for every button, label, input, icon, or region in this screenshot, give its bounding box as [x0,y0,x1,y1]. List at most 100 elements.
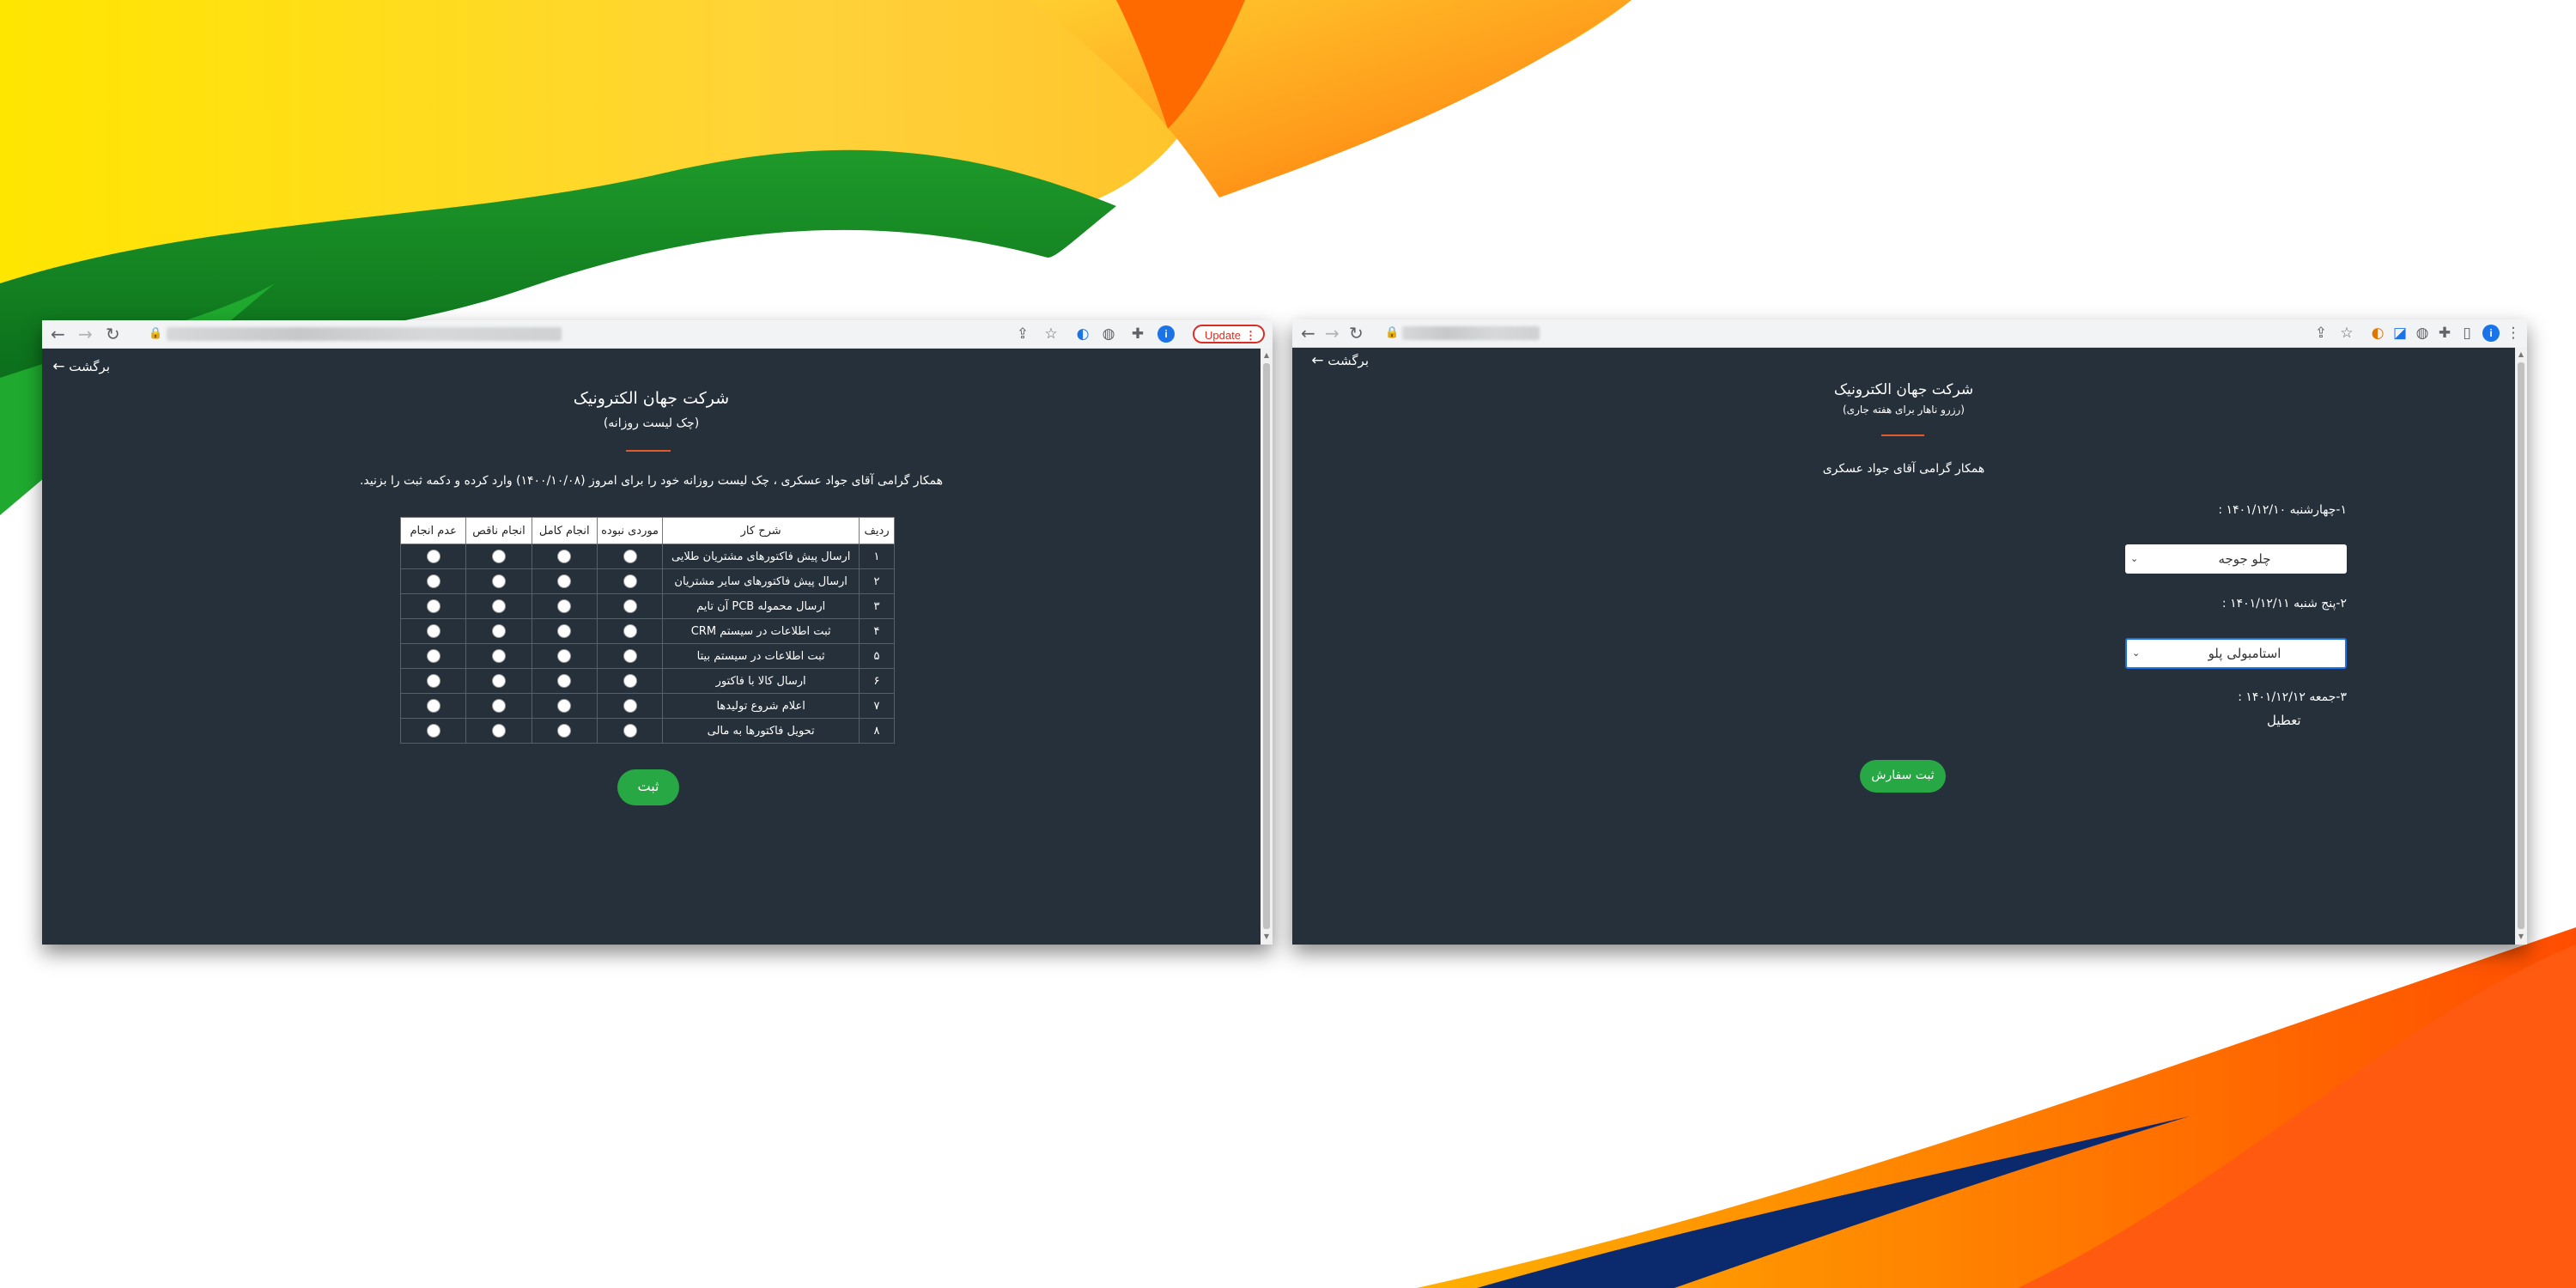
row-description: اعلام شروع تولیدها [662,693,860,719]
radio-cell-complete [531,618,598,644]
reload-icon[interactable]: ↻ [106,320,120,348]
radio-not-done[interactable] [426,649,440,663]
row-number: ۴ [859,618,895,644]
row-description: ارسال پیش فاکتورهای سایر مشتریان [662,568,860,594]
translate-icon[interactable]: ◪ [2390,319,2410,347]
radio-not-applicable[interactable] [623,724,637,738]
radio-cell-not-done [399,618,467,644]
radio-cell-not-done [399,718,467,744]
radio-complete[interactable] [557,550,572,563]
back-icon[interactable]: ← [51,320,65,348]
right-browser-toolbar: ← → ↻ 🔒 ⇪ ☆ ◐ ◪ ◍ ✚ ▯ i ⋮ [1292,319,2527,348]
radio-not-done[interactable] [426,624,440,638]
address-bar-blurred[interactable] [167,327,562,341]
radio-not-applicable[interactable] [623,674,637,688]
radio-cell-not-applicable [596,568,664,594]
share-icon[interactable]: ⇪ [1012,320,1033,348]
left-page-content: برگشت ← شرکت جهان الکترونیک (چک لیست روز… [42,348,1261,945]
radio-complete[interactable] [557,724,572,738]
scroll-thumb[interactable] [2518,362,2524,929]
radio-not-done[interactable] [426,674,440,688]
extension-icon[interactable]: ◐ [1072,320,1093,348]
radio-not-done[interactable] [426,550,440,563]
forward-icon[interactable]: → [1325,319,1340,347]
menu-icon[interactable]: ⋮ [2503,319,2524,347]
radio-complete[interactable] [557,674,572,688]
reload-icon[interactable]: ↻ [1349,319,1364,347]
radio-incomplete[interactable] [491,624,506,638]
radio-not-applicable[interactable] [623,699,637,713]
radio-cell-not-done [399,693,467,719]
header-complete: انجام کامل [531,517,598,544]
radio-incomplete[interactable] [491,599,506,613]
extension-icon[interactable]: ◐ [2367,319,2388,347]
scroll-down-icon[interactable]: ▼ [1261,931,1273,943]
sidepanel-icon[interactable]: ▯ [2457,319,2477,347]
chevron-down-icon: ⌄ [2130,553,2139,564]
radio-not-applicable[interactable] [623,649,637,663]
scroll-thumb[interactable] [1263,363,1270,929]
radio-not-done[interactable] [426,724,440,738]
radio-incomplete[interactable] [491,649,506,663]
extension-icon[interactable]: ◍ [2412,319,2433,347]
radio-incomplete[interactable] [491,724,506,738]
left-scrollbar[interactable]: ▲ ▼ [1261,348,1273,945]
radio-not-applicable[interactable] [623,550,637,563]
radio-complete[interactable] [557,599,572,613]
header-not-done: عدم انجام [399,517,467,544]
share-icon[interactable]: ⇪ [2311,319,2331,347]
back-label: برگشت [69,359,110,374]
table-row: ۷ اعلام شروع تولیدها [399,693,895,719]
lock-icon: 🔒 [1385,326,1400,339]
radio-not-applicable[interactable] [623,599,637,613]
radio-complete[interactable] [557,649,572,663]
radio-complete[interactable] [557,574,572,588]
day-1-meal-select[interactable]: چلو جوجه ⌄ [2125,544,2347,574]
radio-cell-not-applicable [596,593,664,619]
radio-not-done[interactable] [426,699,440,713]
header-row-number: ردیف [859,517,895,544]
radio-incomplete[interactable] [491,550,506,563]
day-2-selected-meal: استامبولی پلو [2208,646,2281,661]
radio-not-done[interactable] [426,599,440,613]
back-link[interactable]: برگشت ← [1304,352,1369,369]
right-scrollbar[interactable]: ▲ ▼ [2515,347,2527,945]
radio-cell-not-applicable [596,668,664,694]
extension-icon[interactable]: ◍ [1098,320,1119,348]
radio-cell-complete [531,668,598,694]
back-icon[interactable]: ← [1301,319,1315,347]
radio-cell-not-done [399,643,467,669]
puzzle-icon[interactable]: ✚ [1127,320,1148,348]
radio-cell-incomplete [465,693,532,719]
submit-order-button[interactable]: ثبت سفارش [1860,760,1946,793]
radio-cell-not-done [399,544,467,569]
row-number: ۲ [859,568,895,594]
company-title: شرکت جهان الکترونیک [573,389,730,408]
forward-icon[interactable]: → [78,320,93,348]
address-bar-blurred[interactable] [1402,326,1540,340]
radio-not-applicable[interactable] [623,574,637,588]
day-2-meal-select[interactable]: استامبولی پلو ⌄ [2125,638,2347,669]
radio-not-done[interactable] [426,574,440,588]
puzzle-icon[interactable]: ✚ [2434,319,2455,347]
star-icon[interactable]: ☆ [2336,319,2357,347]
radio-cell-complete [531,593,598,619]
submit-button[interactable]: ثبت [617,769,679,805]
radio-complete[interactable] [557,699,572,713]
scroll-down-icon[interactable]: ▼ [2515,931,2527,943]
back-link[interactable]: برگشت ← [46,358,110,375]
radio-incomplete[interactable] [491,574,506,588]
scroll-up-icon[interactable]: ▲ [2515,349,2527,361]
radio-complete[interactable] [557,624,572,638]
scroll-up-icon[interactable]: ▲ [1261,349,1273,361]
radio-cell-not-done [399,568,467,594]
update-button[interactable]: Update ⋮ [1193,325,1265,343]
profile-avatar-icon[interactable]: i [1157,325,1175,343]
radio-incomplete[interactable] [491,674,506,688]
radio-incomplete[interactable] [491,699,506,713]
profile-avatar-icon[interactable]: i [2482,325,2500,342]
table-row: ۸ تحویل فاکتورها به مالی [399,718,895,744]
star-icon[interactable]: ☆ [1041,320,1061,348]
radio-not-applicable[interactable] [623,624,637,638]
update-label: Update [1205,329,1241,342]
